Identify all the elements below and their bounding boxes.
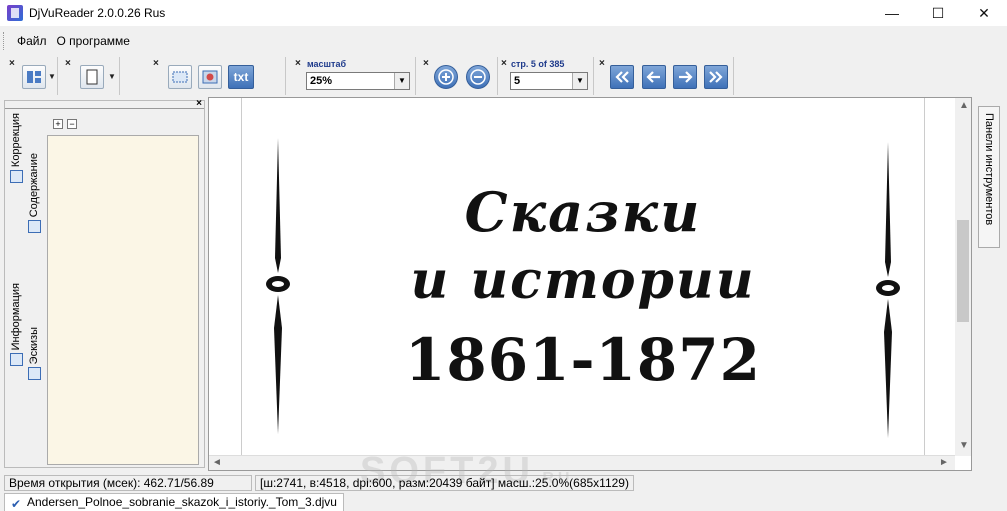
image-icon	[202, 70, 218, 84]
status-open-time: Время открытия (мсек): 462.71/56.89	[4, 475, 252, 491]
menu-file[interactable]: Файл	[12, 34, 52, 48]
toolbars-panel-label: Панели инструментов	[983, 113, 995, 226]
scroll-up-icon[interactable]: ▲	[959, 100, 969, 111]
tab-correction[interactable]: Коррекция	[10, 113, 22, 167]
window-title: DjVuReader 2.0.0.26 Rus	[29, 6, 166, 20]
page-layout-button[interactable]	[22, 65, 46, 89]
zoom-in-button[interactable]	[434, 65, 458, 89]
chevron-down-icon[interactable]: ▼	[394, 73, 409, 89]
status-bar: Время открытия (мсек): 462.71/56.89 [ш:2…	[0, 474, 1007, 492]
zoom-select[interactable]: 25% ▼	[306, 72, 410, 90]
toolbar-group-zoom-buttons: ×	[420, 57, 498, 95]
scroll-down-icon[interactable]: ▼	[959, 440, 969, 451]
close-group-icon[interactable]: ×	[65, 58, 71, 69]
close-window-button[interactable]: ✕	[961, 0, 1007, 26]
window-controls: — ☐ ✕	[869, 0, 1007, 26]
last-page-button[interactable]	[704, 65, 728, 89]
tab-column-outer: Коррекция	[7, 113, 25, 186]
txt-label: txt	[233, 70, 249, 84]
minimize-button[interactable]: —	[869, 0, 915, 26]
page-view-button[interactable]	[80, 65, 104, 89]
toolbar-group-select: × txt	[150, 57, 286, 95]
chevron-down-icon[interactable]: ▼	[108, 72, 116, 81]
arrow-right-icon	[679, 71, 693, 83]
info-icon[interactable]	[9, 353, 23, 367]
close-group-icon[interactable]: ×	[501, 58, 507, 69]
close-panel-icon[interactable]: ×	[196, 98, 202, 109]
select-image-button[interactable]	[198, 65, 222, 89]
zoom-out-icon	[470, 69, 486, 85]
toolbar-group-page-number: × стр. 5 of 385 5 ▼	[498, 57, 594, 95]
menu-bar: Файл О программе	[0, 30, 135, 52]
scroll-right-icon[interactable]: ►	[939, 457, 949, 468]
scroll-left-icon[interactable]: ◄	[212, 457, 222, 468]
chevron-down-icon[interactable]: ▼	[48, 72, 56, 81]
toolbar: × ▼ × ▼ × txt × масштаб 25% ▼ × × стр. 5…	[0, 57, 1007, 95]
left-panel-header: ×	[5, 98, 204, 109]
document-tabs-bar: ✔ Andersen_Polnoe_sobranie_skazok_i_isto…	[0, 493, 1007, 511]
menu-grip	[3, 32, 6, 50]
menu-about[interactable]: О программе	[52, 34, 135, 48]
left-panel: × Коррекция Информация Содержание Эскизы…	[4, 98, 205, 468]
zoom-value: 25%	[310, 75, 333, 87]
double-chevron-left-icon	[615, 71, 629, 83]
vertical-scroll-thumb[interactable]	[957, 220, 969, 322]
toolbars-panel-tab[interactable]: Панели инструментов	[978, 106, 1000, 248]
title-bar: DjVuReader 2.0.0.26 Rus — ☐ ✕	[0, 0, 1007, 26]
document-tab-filename: Andersen_Polnoe_sobranie_skazok_i_istori…	[27, 495, 337, 509]
tab-column-inner-bottom: Эскизы	[25, 327, 43, 383]
tab-column-outer-bottom: Информация	[7, 283, 25, 369]
document-page: Сказки и истории 1861-1872	[241, 98, 925, 458]
tab-information[interactable]: Информация	[10, 283, 22, 350]
tab-contents[interactable]: Содержание	[28, 153, 40, 217]
first-page-button[interactable]	[610, 65, 634, 89]
toolbar-group-navigation: ×	[596, 57, 734, 95]
page-heading-line-1: Сказки	[464, 180, 702, 244]
toolbar-group-page: × ▼	[62, 57, 120, 95]
chevron-down-icon[interactable]: ▼	[572, 73, 587, 89]
close-group-icon[interactable]: ×	[9, 58, 15, 69]
toolbar-group-zoom: × масштаб 25% ▼	[292, 57, 416, 95]
collapse-all-button[interactable]: −	[67, 119, 77, 129]
toolbar-group-layout: × ▼	[6, 57, 58, 95]
page-heading-line-2: и истории	[410, 250, 756, 311]
app-icon	[7, 5, 23, 21]
close-group-icon[interactable]: ×	[423, 58, 429, 69]
thumbnails-icon[interactable]	[27, 367, 41, 381]
tab-column-inner: Содержание	[25, 153, 43, 236]
close-group-icon[interactable]: ×	[599, 58, 605, 69]
next-page-button[interactable]	[673, 65, 697, 89]
select-rect-icon	[172, 71, 188, 83]
right-panel-strip: Панели инструментов	[974, 100, 1004, 470]
select-text-button[interactable]: txt	[228, 65, 254, 89]
maximize-button[interactable]: ☐	[915, 0, 961, 26]
page-label: стр. 5 of 385	[511, 59, 565, 69]
double-chevron-right-icon	[709, 71, 723, 83]
tab-thumbnails[interactable]: Эскизы	[28, 327, 40, 364]
zoom-label: масштаб	[307, 59, 347, 69]
document-view[interactable]: Сказки и истории 1861-1872 ▲ ▼ ◄ ►	[208, 97, 972, 471]
close-group-icon[interactable]: ×	[153, 58, 159, 69]
checkmark-icon: ✔	[11, 497, 22, 511]
expand-all-button[interactable]: +	[53, 119, 63, 129]
page-icon	[86, 69, 98, 85]
zoom-out-button[interactable]	[466, 65, 490, 89]
tree-controls: + −	[53, 119, 77, 129]
vertical-scrollbar[interactable]: ▲ ▼	[955, 98, 971, 456]
horizontal-scrollbar[interactable]: ◄ ►	[209, 455, 955, 470]
wrench-icon[interactable]	[9, 170, 23, 184]
document-tab[interactable]: ✔ Andersen_Polnoe_sobranie_skazok_i_isto…	[4, 493, 344, 511]
previous-page-button[interactable]	[642, 65, 666, 89]
page-layout-icon	[27, 71, 41, 83]
page-select[interactable]: 5 ▼	[510, 72, 588, 90]
page-heading-years: 1861-1872	[405, 326, 761, 394]
contents-icon[interactable]	[27, 220, 41, 234]
page-value: 5	[514, 75, 521, 87]
status-page-info: [ш:2741, в:4518, dpi:600, разм:20439 бай…	[255, 475, 634, 491]
select-area-button[interactable]	[168, 65, 192, 89]
close-group-icon[interactable]: ×	[295, 58, 301, 69]
zoom-in-icon	[438, 69, 454, 85]
contents-tree[interactable]	[47, 135, 199, 465]
arrow-left-icon	[646, 71, 660, 83]
